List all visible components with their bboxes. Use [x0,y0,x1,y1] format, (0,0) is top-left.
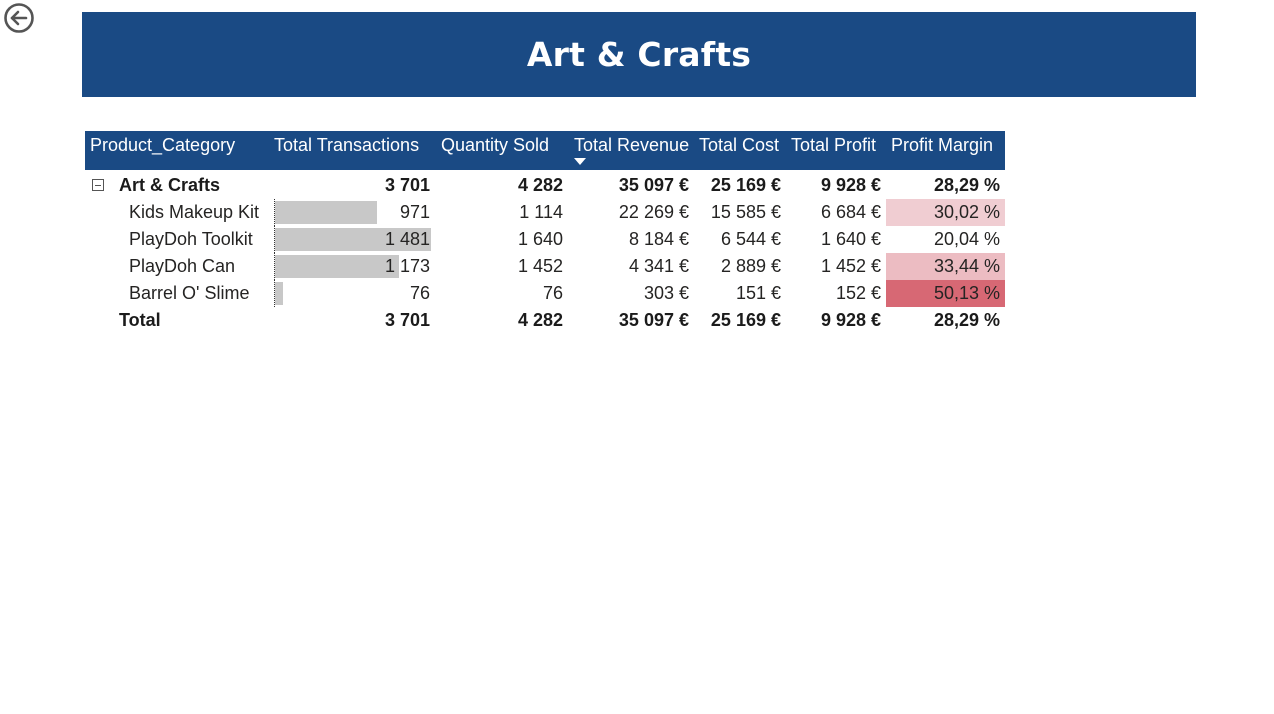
header-profit-margin[interactable]: Profit Margin [891,135,993,156]
group-revenue: 35 097 € [618,175,689,195]
header-total-cost[interactable]: Total Cost [699,135,779,156]
row-quantity: 76 [542,283,563,303]
table-row: Kids Makeup Kit 971 1 114 22 269 € 15 58… [85,199,1005,226]
group-row: Art & Crafts 3 701 4 282 35 097 € 25 169… [85,172,1005,199]
matrix-table: Product_Category Total Transactions Quan… [85,131,1005,330]
total-cost: 25 169 € [710,310,781,330]
matrix-header-row: Product_Category Total Transactions Quan… [85,131,1005,170]
table-row: PlayDoh Can 1 173 1 452 4 341 € 2 889 € … [85,253,1005,280]
group-profit: 9 928 € [820,175,881,195]
total-quantity: 4 282 [517,310,563,330]
total-label: Total [119,310,161,330]
row-product-name: Kids Makeup Kit [129,202,260,222]
group-name: Art & Crafts [119,175,221,195]
back-arrow-circle-icon [4,3,34,33]
row-revenue: 303 € [643,283,689,303]
row-profit: 1 452 € [820,256,881,276]
group-transactions: 3 701 [384,175,430,195]
row-quantity: 1 452 [517,256,563,276]
title-banner: Art & Crafts [82,12,1196,97]
row-transactions: 1 173 [384,256,430,276]
row-margin: 20,04 % [933,229,1000,249]
header-total-transactions[interactable]: Total Transactions [274,135,419,156]
row-cost: 151 € [735,283,781,303]
table-row: PlayDoh Toolkit 1 481 1 640 8 184 € 6 54… [85,226,1005,253]
page-title: Art & Crafts [526,35,752,74]
row-transactions: 971 [399,202,430,222]
row-cost: 6 544 € [720,229,781,249]
row-revenue: 8 184 € [628,229,689,249]
header-total-revenue[interactable]: Total Revenue [574,135,689,156]
group-cost: 25 169 € [710,175,781,195]
row-quantity: 1 640 [517,229,563,249]
row-quantity: 1 114 [519,202,563,222]
sort-descending-caret-icon [574,158,586,165]
total-row: Total 3 701 4 282 35 097 € 25 169 € 9 92… [85,307,1005,334]
row-margin: 30,02 % [933,202,1000,222]
row-profit: 1 640 € [820,229,881,249]
header-total-profit[interactable]: Total Profit [791,135,876,156]
row-profit: 6 684 € [820,202,881,222]
total-profit: 9 928 € [820,310,881,330]
row-product-name: Barrel O' Slime [129,283,250,303]
header-quantity-sold[interactable]: Quantity Sold [441,135,549,156]
row-cost: 15 585 € [710,202,781,222]
table-row: Barrel O' Slime 76 76 303 € 151 € 152 € … [85,280,1005,307]
row-cost: 2 889 € [720,256,781,276]
row-revenue: 22 269 € [618,202,689,222]
group-margin: 28,29 % [933,175,1000,195]
row-profit: 152 € [835,283,881,303]
row-product-name: PlayDoh Can [129,256,236,276]
total-transactions: 3 701 [384,310,430,330]
total-revenue: 35 097 € [618,310,689,330]
row-margin: 33,44 % [933,256,1000,276]
row-transactions: 76 [409,283,430,303]
row-transactions: 1 481 [384,229,430,249]
row-margin: 50,13 % [933,283,1000,303]
row-product-name: PlayDoh Toolkit [129,229,253,249]
back-button[interactable] [3,2,35,34]
header-product-category[interactable]: Product_Category [90,135,235,156]
group-quantity: 4 282 [517,175,563,195]
collapse-minus-icon[interactable] [92,179,104,191]
total-margin: 28,29 % [933,310,1000,330]
row-revenue: 4 341 € [628,256,689,276]
